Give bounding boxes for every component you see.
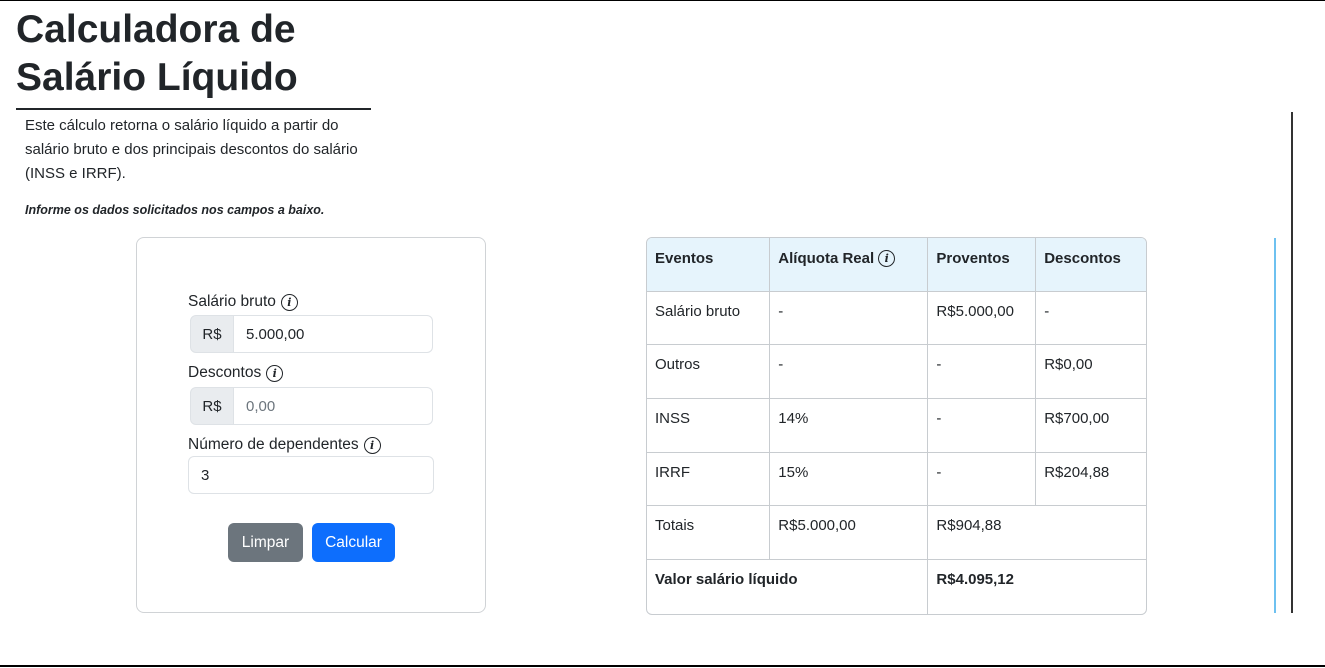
cell-descontos: - <box>1036 292 1146 346</box>
info-icon[interactable]: i <box>363 436 381 454</box>
info-icon[interactable]: i <box>878 250 896 267</box>
totals-descontos: R$904,88 <box>928 506 1146 561</box>
net-salary-value: R$4.095,12 <box>936 571 1014 589</box>
cell-aliquota: - <box>770 345 929 400</box>
page-title: Calculadora de Salário Líquido <box>16 6 371 110</box>
totals-row: Totais R$5.000,00 R$904,88 <box>647 506 1146 561</box>
table-row: IRRF 15% - R$204,88 <box>647 452 1146 507</box>
salario-input[interactable] <box>234 315 433 353</box>
net-salary-label: Valor salário líquido <box>647 560 929 614</box>
descontos-input[interactable] <box>234 387 433 425</box>
table-header-row: Eventos Alíquota Real i Proventos Descon… <box>647 238 1146 292</box>
cell-evento: Outros <box>647 345 771 400</box>
col-header-aliquota: Alíquota Real i <box>770 238 929 292</box>
info-icon[interactable]: i <box>266 364 284 382</box>
salario-input-group: R$ <box>190 315 433 353</box>
dependentes-label: Número de dependentes i <box>188 436 381 454</box>
salary-form-card: Salário bruto i R$ Descontos i R$ Número… <box>136 237 486 613</box>
dependentes-input[interactable] <box>188 456 434 494</box>
cell-descontos: R$204,88 <box>1036 453 1146 507</box>
cell-proventos: - <box>928 452 1037 507</box>
form-hint: Informe os dados solicitados nos campos … <box>25 203 325 217</box>
results-table: Eventos Alíquota Real i Proventos Descon… <box>646 237 1147 615</box>
calculate-button[interactable]: Calcular <box>312 523 395 562</box>
scroll-indicator <box>1274 238 1276 613</box>
salario-label: Salário bruto i <box>188 293 298 311</box>
cell-proventos: - <box>928 399 1037 453</box>
cell-proventos: R$5.000,00 <box>928 291 1037 346</box>
col-header-descontos: Descontos <box>1036 238 1146 292</box>
totals-proventos: R$5.000,00 <box>770 506 929 561</box>
net-salary-row: Valor salário líquido R$4.095,12 <box>647 560 1146 614</box>
cell-aliquota: - <box>770 291 929 346</box>
table-row: Salário bruto - R$5.000,00 - <box>647 291 1146 346</box>
bottom-border <box>0 665 1325 667</box>
cell-descontos: R$0,00 <box>1036 345 1146 400</box>
clear-button[interactable]: Limpar <box>228 523 303 562</box>
col-header-eventos: Eventos <box>647 238 771 292</box>
descontos-label: Descontos i <box>188 364 284 382</box>
cell-descontos: R$700,00 <box>1036 399 1146 453</box>
currency-prefix: R$ <box>190 387 234 425</box>
cell-proventos: - <box>928 345 1037 400</box>
info-icon[interactable]: i <box>280 293 298 311</box>
cell-evento: INSS <box>647 399 771 453</box>
totals-label: Totais <box>647 506 771 561</box>
cell-aliquota: 14% <box>770 399 929 453</box>
cell-evento: Salário bruto <box>647 291 771 346</box>
page-description: Este cálculo retorna o salário líquido a… <box>25 117 358 182</box>
cell-aliquota: 15% <box>770 452 929 507</box>
currency-prefix: R$ <box>190 315 234 353</box>
descontos-input-group: R$ <box>190 387 433 425</box>
top-border <box>0 0 1325 1</box>
col-header-proventos: Proventos <box>928 238 1037 292</box>
cell-evento: IRRF <box>647 452 771 507</box>
table-row: Outros - - R$0,00 <box>647 345 1146 400</box>
table-row: INSS 14% - R$700,00 <box>647 399 1146 453</box>
scroll-track <box>1291 112 1293 613</box>
